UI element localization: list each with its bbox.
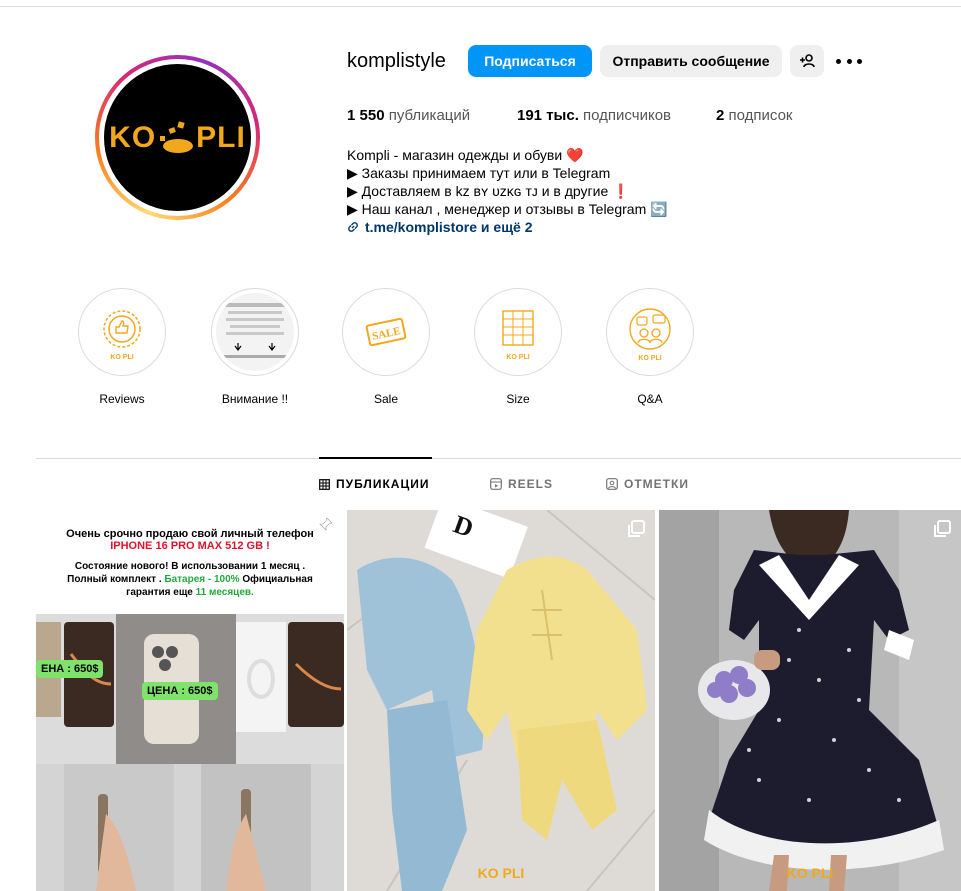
posts-count: 1 550 [347, 107, 385, 124]
send-message-button[interactable]: Отправить сообщение [600, 45, 782, 77]
svg-text:KO PLI: KO PLI [478, 865, 525, 881]
followers-stat[interactable]: 191 тыс. подписчиков [517, 107, 671, 124]
bio-link-text: t.me/komplistore и ещё 2 [365, 219, 533, 235]
post-thumbnail[interactable]: Очень срочно продаю свой личный телефон … [36, 510, 344, 891]
tab-reels[interactable]: REELS [490, 477, 553, 491]
carousel-icon [628, 520, 645, 537]
post-text-header: Очень срочно продаю свой личный телефон … [36, 510, 344, 614]
more-options-icon[interactable] [836, 52, 862, 70]
tab-posts[interactable]: ПУБЛИКАЦИИ [319, 477, 429, 491]
followers-count: 191 тыс. [517, 107, 579, 124]
bio-line: ▶ Наш канал , менеджер и отзывы в Telegr… [347, 201, 668, 217]
followers-label: подписчиков [583, 107, 672, 124]
avatar-logo: KO PLI [109, 120, 246, 154]
bio-line: ▶ Заказы принимаем тут или в Telegram [347, 165, 611, 181]
posts-stat: 1 550 публикаций [347, 107, 470, 124]
price-label: ЦЕНА : 650$ [142, 682, 218, 700]
follow-button[interactable]: Подписаться [468, 45, 592, 77]
reels-icon [490, 478, 502, 490]
profile-avatar[interactable]: KO PLI [95, 55, 260, 220]
link-icon [348, 222, 358, 232]
highlight-qa[interactable]: KO PLI Q&A [606, 288, 694, 406]
sale-tag-icon: SALE [365, 317, 407, 347]
add-person-icon [800, 54, 815, 68]
profile-username: komplistyle [347, 50, 446, 72]
dress-photo: KO PLI [659, 510, 961, 891]
highlight-attention[interactable]: Внимание !! [211, 288, 299, 406]
tabs-divider [36, 458, 961, 459]
top-divider [0, 6, 961, 7]
highlight-label: Size [506, 392, 530, 406]
posts-label: публикаций [388, 107, 471, 124]
svg-text:KO PLI: KO PLI [787, 865, 834, 881]
svg-text:KO PLI: KO PLI [110, 354, 133, 361]
following-stat[interactable]: 2 подписок [716, 107, 792, 124]
tagged-icon [606, 478, 618, 490]
highlight-label: Reviews [99, 392, 145, 406]
post-headline: Очень срочно продаю свой личный телефон [66, 528, 314, 540]
highlight-size[interactable]: KO PLI Size [474, 288, 562, 406]
clothes-photo: D KO PLI [347, 510, 655, 891]
post-description: Состояние нового! В использовании 1 меся… [67, 561, 313, 598]
size-chart-icon: KO PLI [502, 310, 534, 361]
active-tab-indicator [319, 457, 432, 459]
price-label: ЕНА : 650$ [36, 660, 104, 678]
profile-bio: Kompli - магазин одежды и обуви ❤️ ▶ Зак… [347, 146, 668, 236]
svg-text:KO PLI: KO PLI [638, 355, 661, 362]
post-thumbnail[interactable]: D KO PLI [347, 510, 655, 891]
grid-icon [319, 478, 330, 490]
gold-coins-icon [160, 120, 194, 153]
highlight-label: Q&A [637, 392, 663, 406]
suggest-accounts-button[interactable] [790, 45, 824, 77]
attention-note-icon [224, 303, 286, 358]
tab-label: REELS [508, 477, 554, 491]
tab-tagged[interactable]: ОТМЕТКИ [606, 477, 689, 491]
following-label: подписок [728, 107, 793, 124]
post-model: IPHONE 16 PRO MAX 512 GB ! [110, 540, 270, 552]
following-count: 2 [716, 107, 725, 124]
tab-label: ПУБЛИКАЦИИ [336, 477, 430, 491]
bio-line: ▶ Доставляем в kz ʙʏ ᴜᴢᴋɢ ᴛᴊ и в другие … [347, 183, 630, 199]
bio-link[interactable]: t.me/komplistore и ещё 2 [347, 218, 668, 236]
bio-line: Kompli - магазин одежды и обуви ❤️ [347, 147, 584, 163]
highlight-label: Sale [373, 392, 399, 406]
highlight-label: Внимание !! [221, 392, 289, 406]
tab-label: ОТМЕТКИ [624, 477, 689, 491]
thumbs-up-badge-icon: KO PLI [103, 310, 141, 361]
highlight-reviews[interactable]: KO PLI Reviews [78, 288, 166, 406]
question-chat-icon: KO PLI [629, 308, 671, 362]
phone-photo-collage [36, 614, 344, 891]
highlight-sale[interactable]: SALE Sale [342, 288, 430, 406]
svg-text:KO PLI: KO PLI [506, 354, 529, 361]
post-thumbnail[interactable]: KO PLI [659, 510, 961, 891]
pinned-icon [317, 517, 333, 533]
carousel-icon [934, 520, 951, 537]
